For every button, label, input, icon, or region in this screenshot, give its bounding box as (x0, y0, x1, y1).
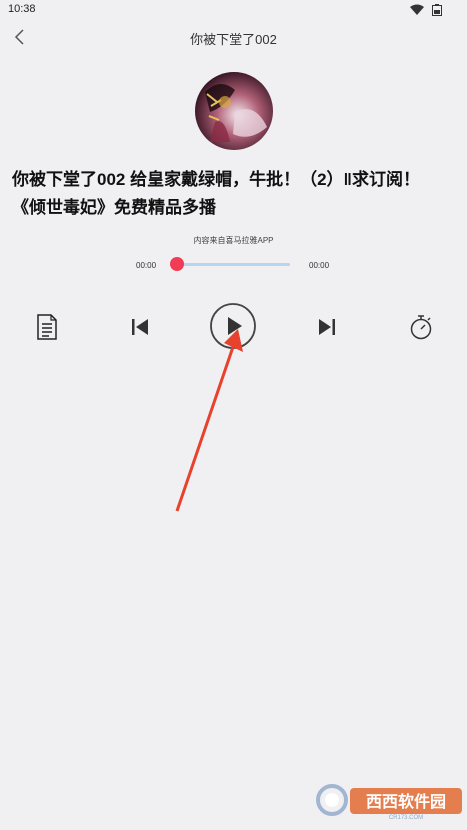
progress-track[interactable] (172, 263, 290, 266)
playlist-icon (37, 314, 57, 340)
battery-icon (432, 4, 442, 16)
playlist-button[interactable] (34, 313, 60, 341)
status-bar: 10:38 (0, 0, 467, 20)
previous-button[interactable] (127, 314, 153, 340)
page-title: 你被下堂了002 (190, 32, 277, 47)
next-icon (319, 319, 335, 335)
watermark-logo: 西西软件园 CR173.COM (316, 784, 462, 820)
wifi-icon (410, 4, 424, 15)
duration-time: 00:00 (309, 261, 330, 270)
svg-text:CR173.COM: CR173.COM (389, 815, 423, 820)
source-label: 内容来自喜马拉雅APP (193, 236, 274, 245)
timer-button[interactable] (408, 313, 434, 341)
next-button[interactable] (314, 314, 340, 340)
timer-icon (410, 315, 432, 340)
track-title: 你被下堂了002 给皇家戴绿帽，牛批！（2）‖求订阅！《倾世毒妃》免费精品多播 (12, 170, 420, 217)
album-cover (195, 72, 273, 150)
play-button[interactable] (210, 303, 256, 349)
previous-icon (132, 319, 148, 335)
current-time: 00:00 (136, 261, 157, 270)
status-time: 10:38 (8, 3, 36, 15)
play-icon (210, 303, 256, 349)
svg-text:西西软件园: 西西软件园 (366, 792, 446, 811)
progress-thumb[interactable] (170, 257, 184, 271)
